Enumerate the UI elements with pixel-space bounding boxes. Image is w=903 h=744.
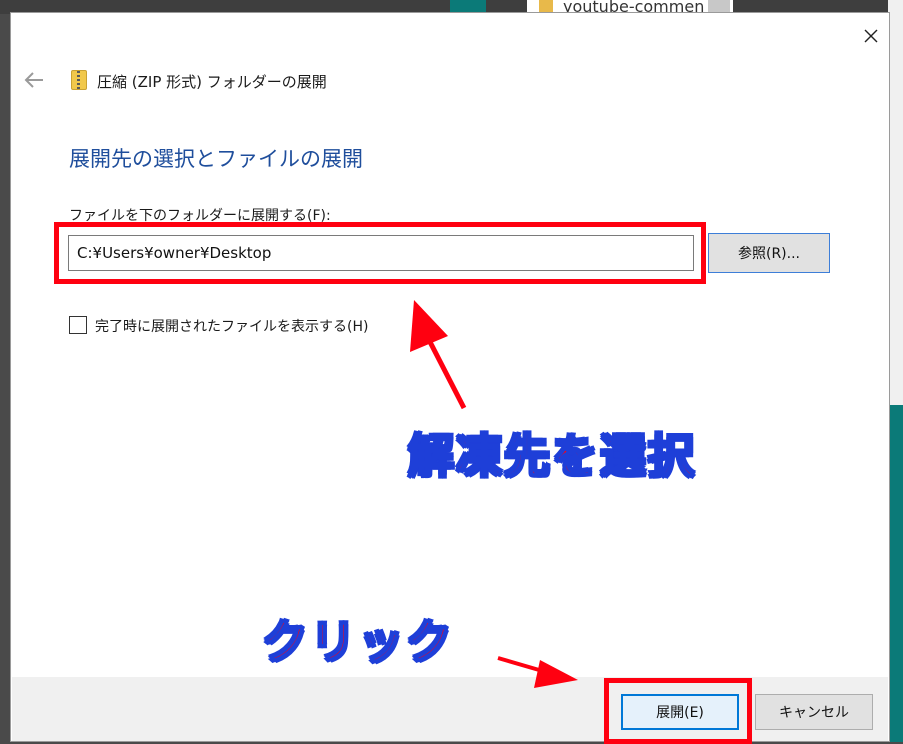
folder-icon (539, 0, 553, 12)
close-button[interactable] (853, 21, 889, 51)
zip-folder-icon (71, 70, 87, 90)
window-title: 圧縮 (ZIP 形式) フォルダーの展開 (97, 73, 327, 91)
background-window-edge (888, 0, 903, 405)
destination-label: ファイルを下のフォルダーに展開する(F): (69, 208, 331, 224)
show-files-checkbox[interactable] (69, 316, 87, 334)
cancel-button[interactable]: キャンセル (755, 694, 873, 730)
show-files-label: 完了時に展開されたファイルを表示する(H) (95, 319, 369, 335)
destination-path-input[interactable] (68, 235, 694, 271)
close-icon (864, 29, 878, 43)
select-destination-annotation: 解凍先を選択 (407, 428, 696, 484)
desktop-teal-area-right (888, 405, 903, 742)
page-heading: 展開先の選択とファイルの展開 (69, 147, 363, 171)
click-annotation: クリック (261, 614, 454, 670)
back-button[interactable] (23, 69, 47, 93)
back-arrow-icon (24, 72, 43, 88)
extract-button[interactable]: 展開(E) (621, 694, 739, 730)
browse-button[interactable]: 参照(R)... (708, 233, 830, 273)
